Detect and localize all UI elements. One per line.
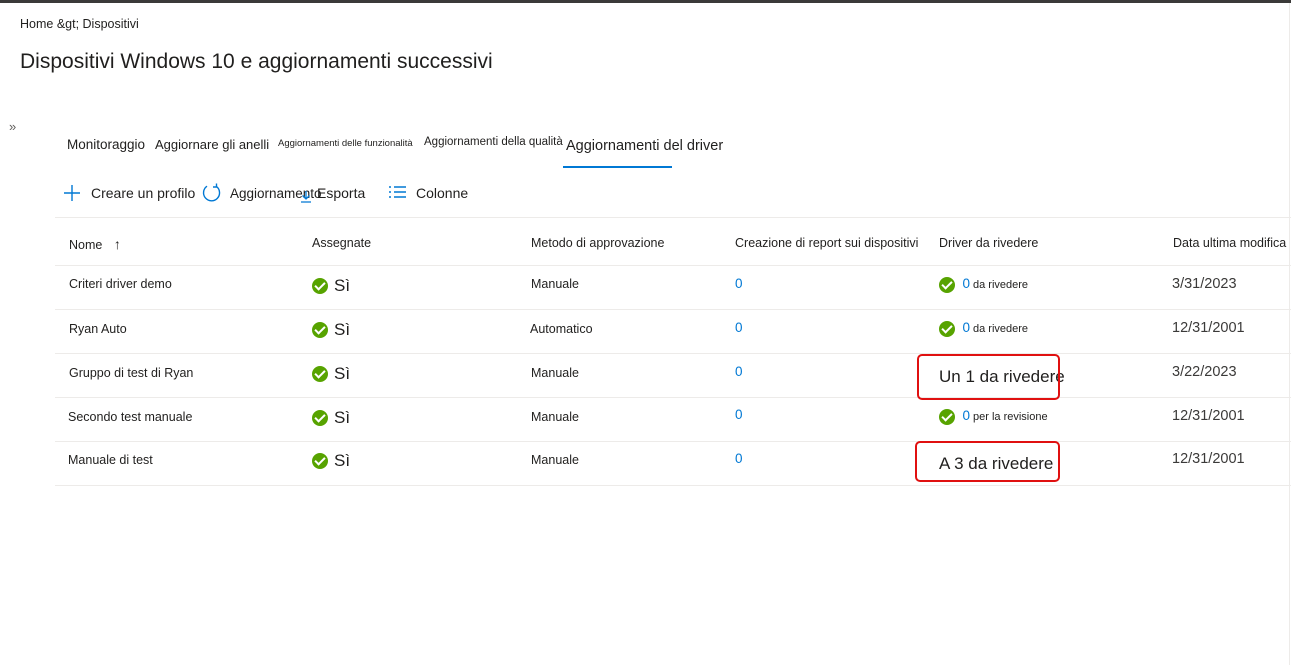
reporting-link[interactable]: 0 xyxy=(735,407,743,422)
drivers-review-text: per la revisione xyxy=(973,411,1048,423)
assigned-cell: Sì xyxy=(312,408,350,428)
drivers-review-text: da rivedere xyxy=(973,323,1029,335)
expand-sidebar-icon[interactable]: » xyxy=(9,119,16,134)
sort-ascending-icon: ↑ xyxy=(113,236,121,252)
policy-name[interactable]: Gruppo di test di Ryan xyxy=(69,366,193,380)
assigned-value: Sì xyxy=(334,408,351,427)
policy-name[interactable]: Secondo test manuale xyxy=(68,410,192,424)
modified-date: 3/22/2023 xyxy=(1172,364,1237,380)
check-circle-icon xyxy=(312,366,328,382)
assigned-cell: Sì xyxy=(312,364,350,384)
table-row[interactable]: Manuale di test Sì Manuale 0 A 3 da rive… xyxy=(55,442,1291,486)
policy-name[interactable]: Criteri driver demo xyxy=(69,277,172,291)
table-row[interactable]: Secondo test manuale Sì Manuale 0 0 per l… xyxy=(55,398,1291,442)
page-title: Dispositivi Windows 10 e aggiornamenti s… xyxy=(20,50,493,73)
approval-method: Manuale xyxy=(531,277,579,291)
header-name[interactable]: Nome ↑ xyxy=(69,236,121,252)
create-profile-button[interactable]: Creare un profilo xyxy=(62,183,195,203)
top-border xyxy=(0,0,1291,3)
highlight-box xyxy=(915,441,1060,482)
check-circle-icon xyxy=(312,322,328,338)
drivers-count-link[interactable]: 0 xyxy=(962,276,970,291)
create-profile-label: Creare un profilo xyxy=(91,185,196,201)
reporting-link[interactable]: 0 xyxy=(735,320,743,335)
breadcrumb[interactable]: Home &gt; Dispositivi xyxy=(20,17,139,31)
drivers-count-link[interactable]: 0 xyxy=(962,408,970,423)
header-reporting[interactable]: Creazione di report sui dispositivi xyxy=(735,236,918,250)
modified-date: 3/31/2023 xyxy=(1172,276,1237,292)
header-name-label: Nome xyxy=(69,238,103,252)
check-circle-icon xyxy=(939,408,955,425)
plus-icon xyxy=(62,183,82,203)
modified-date: 12/31/2001 xyxy=(1172,320,1245,336)
tab-aggiornamenti-driver[interactable]: Aggiornamenti del driver xyxy=(566,138,723,154)
check-circle-icon xyxy=(312,453,328,469)
export-label: Esporta xyxy=(317,185,366,201)
approval-method: Automatico xyxy=(530,322,593,336)
header-modified[interactable]: Data ultima modifica xyxy=(1173,236,1286,250)
tab-aggiornamenti-qualita[interactable]: Aggiornamenti della qualità xyxy=(424,136,563,148)
table-row[interactable]: Ryan Auto Sì Automatico 0 0 da rivedere 1… xyxy=(55,310,1291,354)
driver-updates-table: Nome ↑ Assegnate Metodo di approvazione … xyxy=(55,218,1291,486)
assigned-value: Sì xyxy=(334,364,351,383)
assigned-cell: Sì xyxy=(312,320,350,340)
modified-date: 12/31/2001 xyxy=(1172,451,1245,467)
table-row[interactable]: Gruppo di test di Ryan Sì Manuale 0 Un 1… xyxy=(55,354,1291,398)
drivers-to-review: 0 da rivedere xyxy=(939,320,1028,337)
header-method[interactable]: Metodo di approvazione xyxy=(531,236,664,250)
reporting-link[interactable]: 0 xyxy=(735,276,743,291)
modified-date: 12/31/2001 xyxy=(1172,408,1245,424)
assigned-value: Sì xyxy=(334,276,351,295)
active-tab-indicator xyxy=(563,166,672,168)
header-drivers[interactable]: Driver da rivedere xyxy=(939,236,1038,250)
assigned-value: Sì xyxy=(334,320,351,339)
approval-method: Manuale xyxy=(531,453,579,467)
check-circle-icon xyxy=(312,410,328,426)
drivers-review-text: da rivedere xyxy=(973,279,1029,291)
tab-aggiornare-anelli[interactable]: Aggiornare gli anelli xyxy=(155,137,269,152)
reporting-link[interactable]: 0 xyxy=(735,451,743,466)
export-button[interactable]: Esporta xyxy=(300,183,365,203)
approval-method: Manuale xyxy=(531,410,579,424)
policy-name[interactable]: Manuale di test xyxy=(68,453,153,467)
table-row[interactable]: Criteri driver demo Sì Manuale 0 0 da riv… xyxy=(55,266,1291,310)
assigned-cell: Sì xyxy=(312,451,350,471)
tab-monitoraggio[interactable]: Monitoraggio xyxy=(67,137,145,152)
refresh-icon xyxy=(201,182,223,204)
assigned-value: Sì xyxy=(334,451,351,470)
check-circle-icon xyxy=(939,276,955,293)
tab-aggiornamenti-funzionalita[interactable]: Aggiornamenti delle funzionalità xyxy=(278,138,413,149)
drivers-to-review: 0 per la revisione xyxy=(939,408,1048,425)
check-circle-icon xyxy=(939,320,955,337)
policy-name[interactable]: Ryan Auto xyxy=(69,322,127,336)
columns-button[interactable]: Colonne xyxy=(387,183,468,203)
check-circle-icon xyxy=(312,278,328,294)
table-header: Nome ↑ Assegnate Metodo di approvazione … xyxy=(55,218,1291,266)
download-icon xyxy=(300,183,312,203)
list-columns-icon xyxy=(387,183,407,203)
approval-method: Manuale xyxy=(531,366,579,380)
header-assigned[interactable]: Assegnate xyxy=(312,236,371,250)
assigned-cell: Sì xyxy=(312,276,350,296)
drivers-to-review: 0 da rivedere xyxy=(939,276,1028,293)
drivers-count-link[interactable]: 0 xyxy=(962,320,970,335)
columns-label: Colonne xyxy=(416,185,469,201)
highlight-box xyxy=(917,354,1060,400)
reporting-link[interactable]: 0 xyxy=(735,364,743,379)
